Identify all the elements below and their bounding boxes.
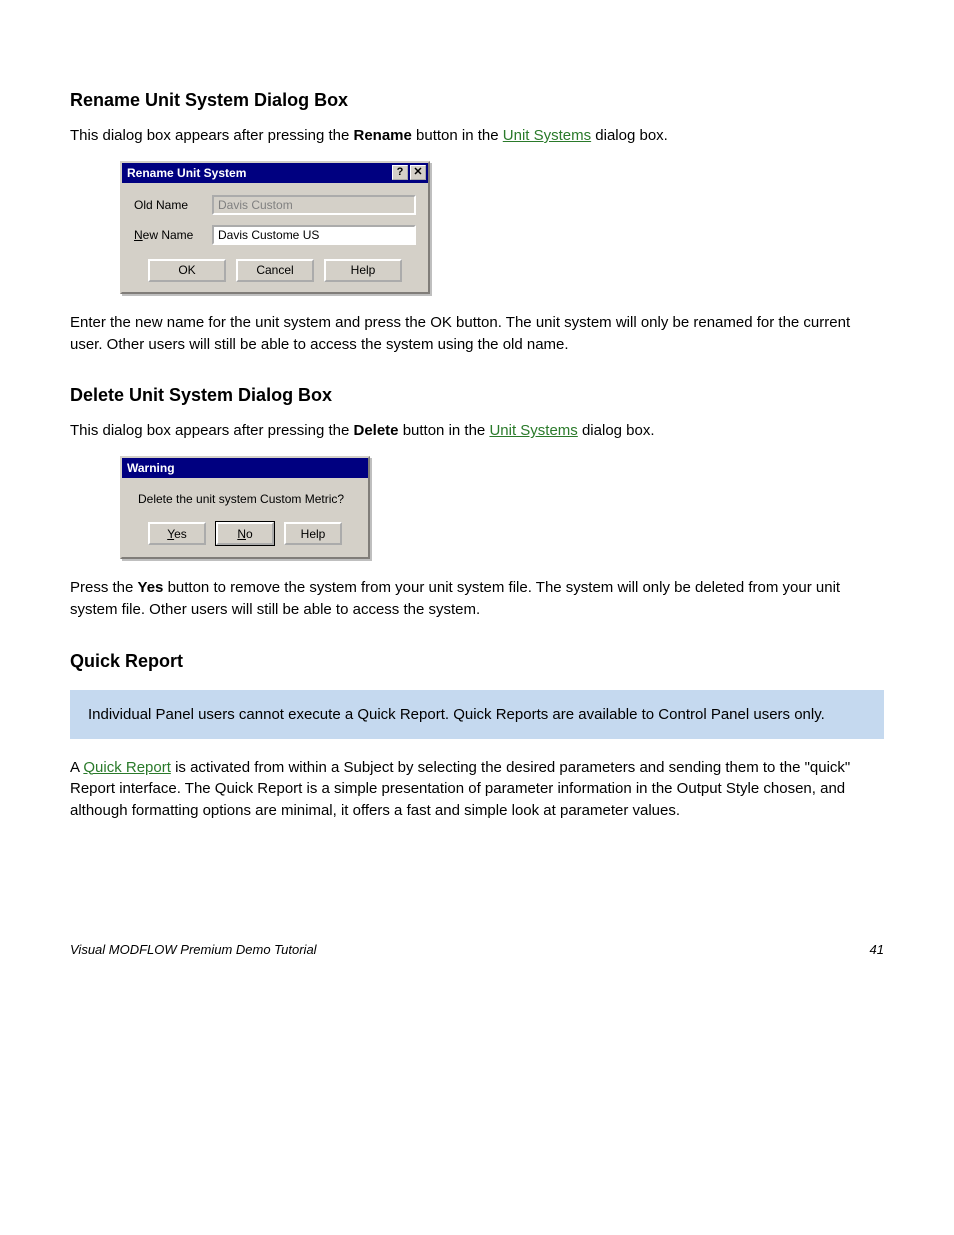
warning-message: Delete the unit system Custom Metric?	[138, 492, 352, 506]
text: button to remove the system from your un…	[70, 579, 840, 618]
help-button[interactable]: Help	[324, 259, 402, 282]
question-icon: ?	[397, 167, 404, 178]
new-name-input[interactable]	[212, 225, 416, 245]
yes-button[interactable]: Yes	[148, 522, 206, 545]
bold-yes: Yes	[138, 579, 164, 596]
ok-button[interactable]: OK	[148, 259, 226, 282]
text: dialog box.	[591, 127, 668, 144]
text: ew Name	[143, 228, 194, 242]
heading-rename: Rename Unit System Dialog Box	[70, 90, 884, 111]
dialog-titlebar: Rename Unit System ? ✕	[122, 163, 428, 183]
section1-para1: This dialog box appears after pressing t…	[70, 125, 884, 147]
rename-unit-system-dialog: Rename Unit System ? ✕ Old Name New Name…	[120, 161, 430, 294]
link-unit-systems-2[interactable]: Unit Systems	[489, 422, 577, 439]
callout-quick-report: Individual Panel users cannot execute a …	[70, 690, 884, 739]
text: is activated from within a Subject by se…	[70, 759, 850, 820]
bold-delete: Delete	[354, 422, 399, 439]
text: es	[174, 527, 187, 541]
text: button in the	[399, 422, 490, 439]
text: N	[134, 228, 143, 242]
section2-para1: This dialog box appears after pressing t…	[70, 420, 884, 442]
section3-para1: A Quick Report is activated from within …	[70, 757, 884, 822]
dialog-titlebar: Warning	[122, 458, 368, 478]
text: This dialog box appears after pressing t…	[70, 127, 354, 144]
text: Press the	[70, 579, 138, 596]
link-quick-report[interactable]: Quick Report	[83, 759, 171, 776]
dialog-title: Warning	[127, 461, 175, 475]
text: o	[246, 527, 253, 541]
heading-delete: Delete Unit System Dialog Box	[70, 385, 884, 406]
old-name-input	[212, 195, 416, 215]
close-titlebar-button[interactable]: ✕	[410, 165, 426, 180]
close-icon: ✕	[413, 167, 422, 178]
text: N	[237, 527, 246, 541]
cancel-button[interactable]: Cancel	[236, 259, 314, 282]
dialog-title: Rename Unit System	[127, 166, 246, 180]
warning-dialog: Warning Delete the unit system Custom Me…	[120, 456, 370, 559]
text: A	[70, 759, 83, 776]
heading-quick-report: Quick Report	[70, 651, 884, 672]
help-titlebar-button[interactable]: ?	[392, 165, 408, 180]
section1-para2: Enter the new name for the unit system a…	[70, 312, 884, 356]
help-button-2[interactable]: Help	[284, 522, 342, 545]
new-name-label: New Name	[134, 228, 212, 242]
no-button[interactable]: No	[216, 522, 274, 545]
text: This dialog box appears after pressing t…	[70, 422, 354, 439]
text: dialog box.	[578, 422, 655, 439]
link-unit-systems[interactable]: Unit Systems	[503, 127, 591, 144]
text: button in the	[412, 127, 503, 144]
footer-right: 41	[870, 942, 884, 957]
old-name-label: Old Name	[134, 198, 212, 212]
bold-rename: Rename	[354, 127, 412, 144]
section2-para2: Press the Yes button to remove the syste…	[70, 577, 884, 621]
footer-left: Visual MODFLOW Premium Demo Tutorial	[70, 942, 317, 957]
